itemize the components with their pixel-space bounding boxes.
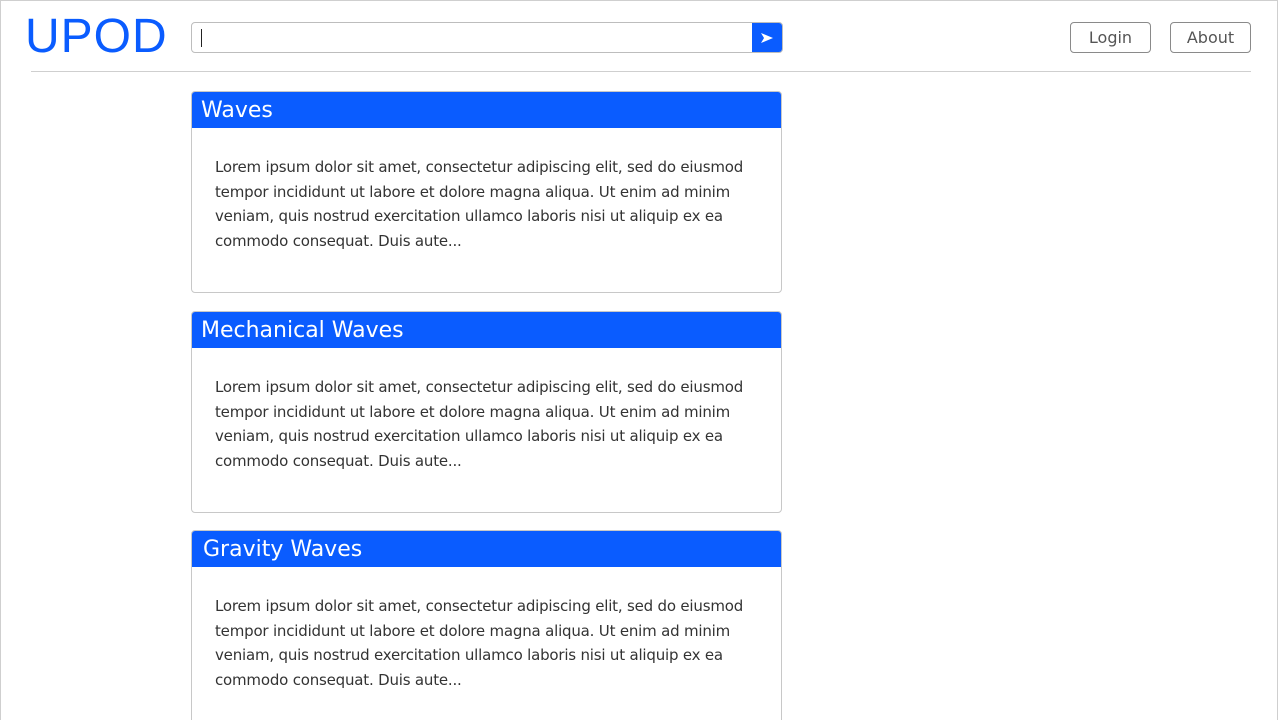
text-caret	[201, 29, 202, 47]
article-title[interactable]: Mechanical Waves	[192, 312, 781, 348]
article-title[interactable]: Gravity Waves	[192, 531, 781, 567]
article-title[interactable]: Waves	[192, 92, 781, 128]
article-excerpt: Lorem ipsum dolor sit amet, consectetur …	[215, 378, 744, 470]
page: UPOD Login About Waves Lorem ipsum dolor…	[0, 0, 1278, 720]
about-button[interactable]: About	[1170, 22, 1251, 53]
article-card: Waves Lorem ipsum dolor sit amet, consec…	[191, 91, 782, 293]
search-bar	[191, 22, 783, 53]
article-card: Mechanical Waves Lorem ipsum dolor sit a…	[191, 311, 782, 513]
site-logo[interactable]: UPOD	[25, 9, 168, 65]
login-button[interactable]: Login	[1070, 22, 1151, 53]
search-input[interactable]	[192, 23, 752, 52]
article-card: Gravity Waves Lorem ipsum dolor sit amet…	[191, 530, 782, 720]
send-arrow-icon	[761, 32, 773, 43]
header-divider	[31, 71, 1251, 72]
article-excerpt: Lorem ipsum dolor sit amet, consectetur …	[215, 158, 744, 250]
article-excerpt: Lorem ipsum dolor sit amet, consectetur …	[215, 597, 744, 689]
search-submit-button[interactable]	[752, 23, 782, 52]
